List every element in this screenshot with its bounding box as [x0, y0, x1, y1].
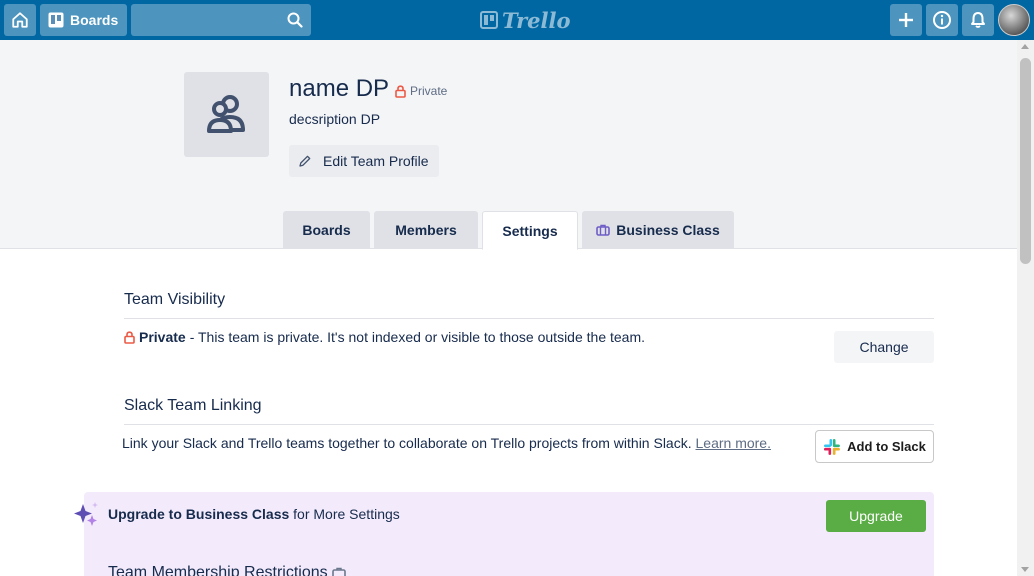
pencil-icon	[299, 155, 311, 167]
tab-members[interactable]: Members	[374, 211, 478, 249]
page-scrollbar[interactable]	[1017, 40, 1034, 576]
edit-team-profile-button[interactable]: Edit Team Profile	[289, 145, 439, 177]
briefcase-icon	[331, 567, 346, 576]
tab-members-label: Members	[395, 222, 457, 238]
change-visibility-label: Change	[859, 339, 909, 355]
add-to-slack-button[interactable]: Add to Slack	[815, 430, 934, 463]
top-header: Boards Trello	[0, 0, 1034, 40]
upgrade-message: Upgrade to Business Class for More Setti…	[108, 506, 400, 522]
tab-boards[interactable]: Boards	[283, 211, 370, 249]
notifications-button[interactable]	[962, 4, 994, 36]
upgrade-button-label: Upgrade	[849, 508, 903, 524]
tab-settings[interactable]: Settings	[482, 211, 578, 250]
edit-team-profile-label: Edit Team Profile	[323, 153, 429, 169]
slack-icon	[824, 438, 841, 455]
sparkle-icon	[74, 502, 98, 526]
add-to-slack-label: Add to Slack	[847, 439, 926, 454]
home-button[interactable]	[4, 4, 36, 36]
section-divider	[124, 424, 934, 425]
slack-description-text: Link your Slack and Trello teams togethe…	[122, 435, 692, 451]
trello-logo-text: Trello	[502, 7, 571, 33]
team-header: name DP Private decsription DP Edit Team…	[0, 40, 1017, 250]
bell-icon	[971, 12, 985, 28]
search-icon[interactable]	[287, 12, 303, 28]
team-visibility-row: Private - This team is private. It's not…	[124, 329, 645, 345]
search-box[interactable]	[131, 4, 311, 36]
section-divider	[124, 318, 934, 319]
lock-icon	[395, 84, 406, 98]
team-privacy-text: Private	[410, 84, 448, 98]
visibility-description: - This team is private. It's not indexed…	[189, 329, 646, 345]
visibility-status: Private	[139, 329, 186, 345]
team-people-icon	[206, 94, 245, 133]
membership-restrictions-text: Team Membership Restrictions	[108, 564, 328, 576]
slack-linking-title: Slack Team Linking	[124, 397, 262, 414]
upgrade-message-bold: Upgrade to Business Class	[108, 506, 290, 522]
plus-icon	[899, 13, 913, 27]
create-button[interactable]	[890, 4, 922, 36]
scroll-down-arrow-icon[interactable]	[1021, 567, 1029, 572]
search-input[interactable]	[131, 4, 311, 36]
trello-logo[interactable]: Trello	[480, 7, 571, 33]
team-privacy-label: Private	[395, 84, 447, 98]
tab-business-class[interactable]: Business Class	[582, 211, 734, 249]
scroll-up-arrow-icon[interactable]	[1021, 44, 1029, 49]
slack-linking-description: Link your Slack and Trello teams togethe…	[122, 435, 771, 451]
upgrade-message-rest: for More Settings	[289, 506, 400, 522]
lock-icon	[124, 330, 135, 344]
team-visibility-title: Team Visibility	[124, 291, 226, 308]
upgrade-button[interactable]: Upgrade	[826, 500, 926, 532]
briefcase-icon	[596, 224, 611, 236]
team-name: name DP	[289, 75, 390, 102]
learn-more-link[interactable]: Learn more.	[696, 435, 771, 451]
info-button[interactable]	[926, 4, 958, 36]
info-icon	[933, 11, 951, 29]
team-description: decsription DP	[289, 111, 381, 127]
boards-icon	[48, 12, 64, 28]
tab-business-class-label: Business Class	[616, 222, 720, 238]
tab-settings-label: Settings	[502, 222, 558, 239]
home-icon	[12, 12, 28, 28]
change-visibility-button[interactable]: Change	[834, 331, 934, 363]
scroll-thumb[interactable]	[1020, 58, 1031, 264]
user-avatar[interactable]	[998, 4, 1030, 36]
tab-boards-label: Boards	[302, 222, 351, 238]
boards-button[interactable]: Boards	[40, 4, 127, 36]
boards-button-label: Boards	[70, 12, 119, 28]
trello-logo-icon	[480, 11, 498, 29]
team-logo[interactable]	[184, 72, 269, 157]
membership-restrictions-title: Team Membership Restrictions	[108, 564, 346, 576]
